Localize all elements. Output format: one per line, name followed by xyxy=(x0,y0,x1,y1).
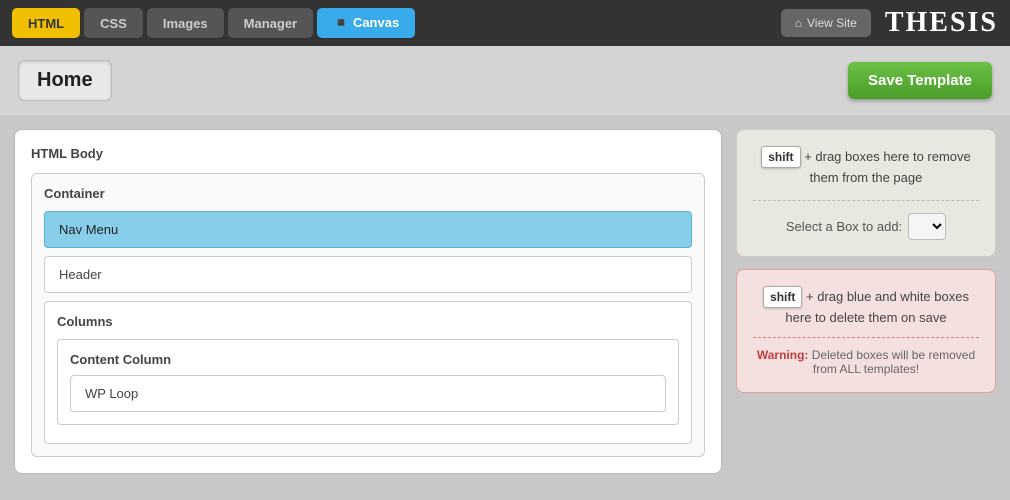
remove-text: + drag boxes here to remove them from th… xyxy=(804,149,971,185)
shift-key-remove: shift xyxy=(761,146,800,168)
header-box[interactable]: Header xyxy=(44,256,692,293)
thesis-logo: THESIS xyxy=(885,7,998,39)
shift-key-delete: shift xyxy=(763,286,802,308)
drag-remove-box: shift + drag boxes here to remove them f… xyxy=(736,129,996,257)
container-box: Container Nav Menu Header Columns Conten… xyxy=(31,173,705,457)
nav-tabs: HTML CSS Images Manager ◾ Canvas xyxy=(12,8,415,38)
warning-text: Deleted boxes will be removed from ALL t… xyxy=(812,348,975,376)
save-template-button[interactable]: Save Template xyxy=(848,62,992,99)
html-body-label: HTML Body xyxy=(31,146,705,161)
content-column-box: Content Column WP Loop xyxy=(57,339,679,425)
container-label: Container xyxy=(44,186,692,201)
drag-remove-text: shift + drag boxes here to remove them f… xyxy=(753,146,979,188)
right-panel: shift + drag boxes here to remove them f… xyxy=(736,129,996,474)
main-content: HTML Body Container Nav Menu Header Colu… xyxy=(0,115,1010,488)
canvas-icon: ◾ xyxy=(333,15,353,30)
select-box-row: Select a Box to add: xyxy=(753,200,979,240)
tab-css[interactable]: CSS xyxy=(84,8,143,38)
warning-bold: Warning: xyxy=(757,348,809,362)
page-title: Home xyxy=(18,60,112,101)
tab-images[interactable]: Images xyxy=(147,8,224,38)
select-box-dropdown[interactable] xyxy=(908,213,946,240)
delete-text: + drag blue and white boxes here to dele… xyxy=(785,289,969,325)
tab-manager[interactable]: Manager xyxy=(228,8,313,38)
select-box-label: Select a Box to add: xyxy=(786,219,902,234)
nav-menu-box[interactable]: Nav Menu xyxy=(44,211,692,248)
title-bar: Home Save Template xyxy=(0,46,1010,115)
drag-delete-text: shift + drag blue and white boxes here t… xyxy=(753,286,979,328)
tab-html[interactable]: HTML xyxy=(12,8,80,38)
drag-delete-box: shift + drag blue and white boxes here t… xyxy=(736,269,996,394)
tab-canvas[interactable]: ◾ Canvas xyxy=(317,8,415,38)
left-panel: HTML Body Container Nav Menu Header Colu… xyxy=(14,129,722,474)
wp-loop-box[interactable]: WP Loop xyxy=(70,375,666,412)
home-icon: ⌂ xyxy=(795,16,802,30)
view-site-button[interactable]: ⌂ View Site xyxy=(781,9,871,37)
nav-right: ⌂ View Site THESIS xyxy=(781,7,998,39)
warning-box: Warning: Deleted boxes will be removed f… xyxy=(753,337,979,376)
top-nav: HTML CSS Images Manager ◾ Canvas ⌂ View … xyxy=(0,0,1010,46)
columns-label: Columns xyxy=(57,314,679,329)
columns-box: Columns Content Column WP Loop xyxy=(44,301,692,444)
content-column-label: Content Column xyxy=(70,352,666,367)
